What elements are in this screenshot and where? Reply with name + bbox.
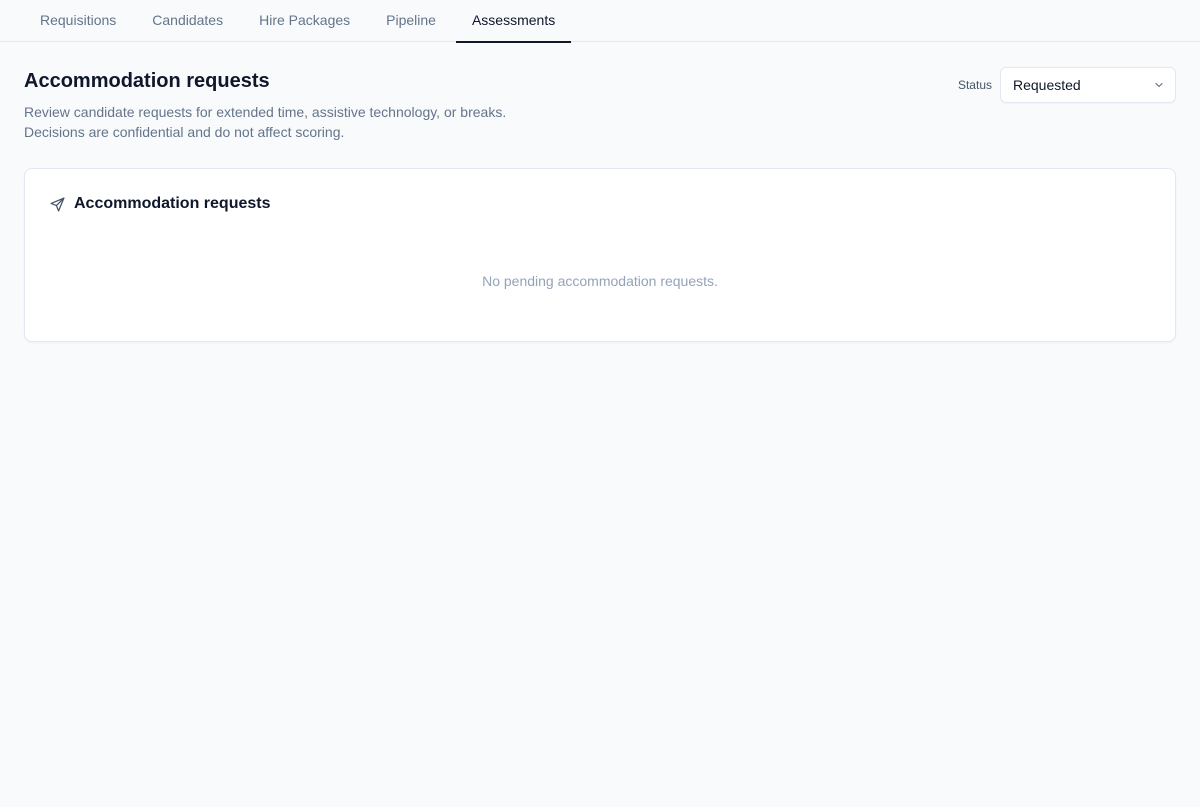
tab-hire-packages[interactable]: Hire Packages <box>243 0 366 42</box>
status-select[interactable]: Requested <box>1000 67 1176 103</box>
status-filter-label: Status <box>957 78 992 92</box>
subtitle-line-2: Decisions are confidential and do not af… <box>24 124 345 140</box>
chevron-down-icon <box>1153 79 1165 91</box>
accommodation-requests-card: Accommodation requests No pending accomm… <box>24 168 1176 342</box>
status-filter: Status Requested <box>958 67 1176 103</box>
card-header: Accommodation requests <box>49 195 270 213</box>
header-text: Accommodation requests Review candidate … <box>24 68 506 142</box>
card-title: Accommodation requests <box>74 195 271 212</box>
tab-assessments[interactable]: Assessments <box>455 0 572 43</box>
tab-pipeline[interactable]: Pipeline <box>370 0 452 42</box>
tab-requisitions[interactable]: Requisitions <box>24 0 132 42</box>
top-nav-tabs: Requisitions Candidates Hire Packages Pi… <box>0 0 1200 43</box>
empty-state-message: No pending accommodation requests. <box>482 273 718 289</box>
status-select-value: Requested <box>1013 77 1081 93</box>
send-icon <box>49 196 66 213</box>
page-header: Accommodation requests Review candidate … <box>0 42 1200 142</box>
page-subtitle: Review candidate requests for extended t… <box>24 102 506 142</box>
subtitle-line-1: Review candidate requests for extended t… <box>24 104 507 120</box>
tab-candidates[interactable]: Candidates <box>136 0 239 42</box>
page-title: Accommodation requests <box>24 70 270 92</box>
